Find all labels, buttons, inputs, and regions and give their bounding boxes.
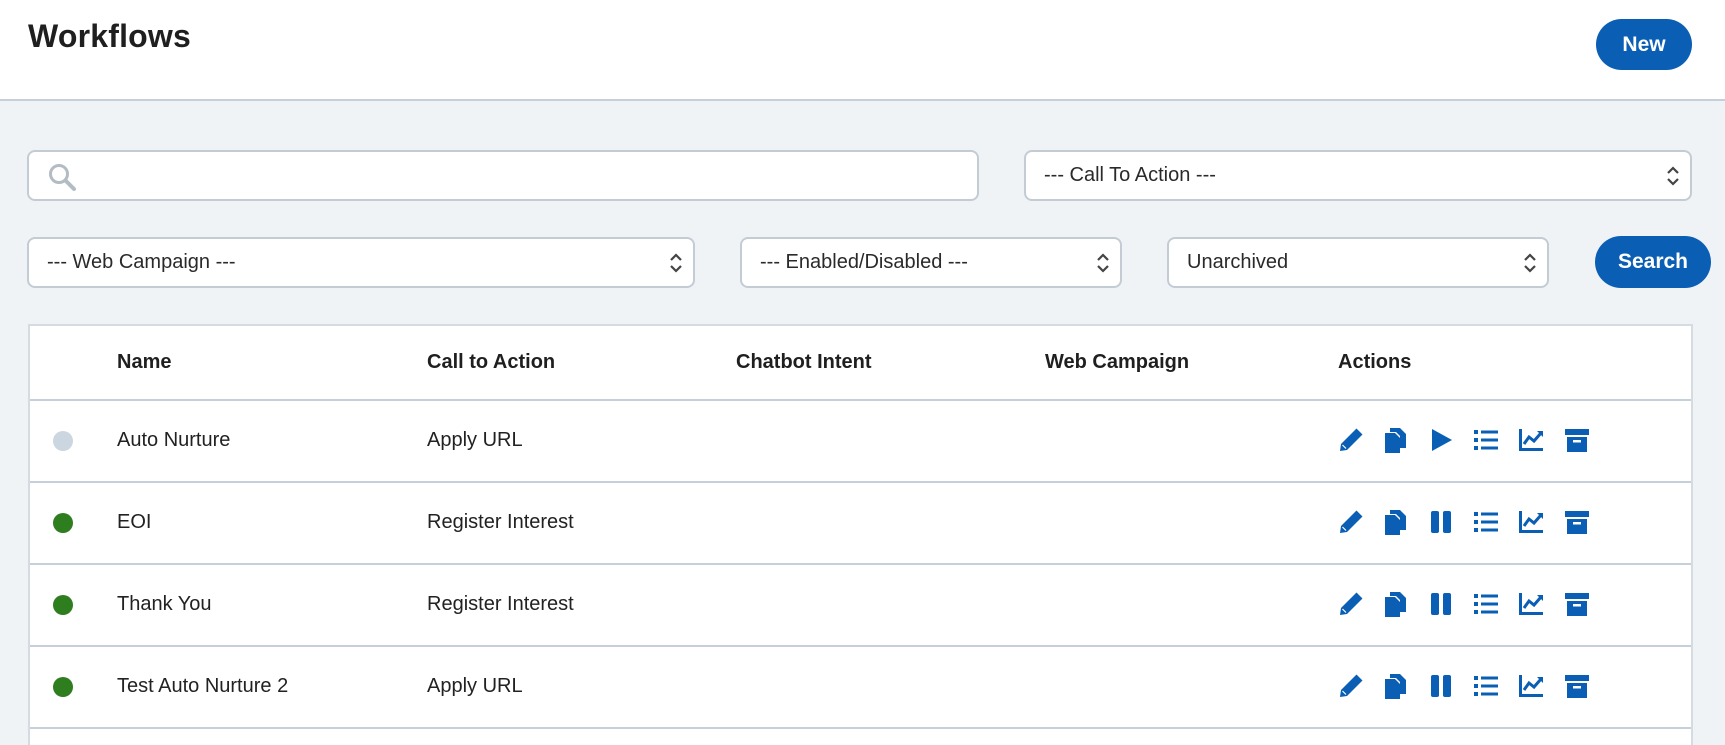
edit-icon[interactable] — [1336, 671, 1366, 701]
workflows-table: Name Call to Action Chatbot Intent Web C… — [28, 324, 1693, 745]
archive-status-select[interactable]: Unarchived — [1167, 237, 1549, 288]
search-button[interactable]: Search — [1595, 236, 1711, 288]
enabled-disabled-select[interactable]: --- Enabled/Disabled --- — [740, 237, 1122, 288]
analytics-chart-icon[interactable] — [1516, 507, 1546, 537]
workflow-call-to-action: Register Interest — [427, 511, 574, 533]
archive-icon[interactable] — [1562, 589, 1592, 619]
workflow-name[interactable]: Thank You — [117, 593, 212, 616]
analytics-chart-icon[interactable] — [1516, 589, 1546, 619]
new-workflow-button[interactable]: New — [1596, 19, 1692, 70]
table-row: Thank You Register Interest — [30, 565, 1691, 647]
web-campaign-select-value: --- Web Campaign --- — [47, 251, 236, 273]
workflow-name[interactable]: Test Auto Nurture 2 — [117, 675, 288, 698]
column-header-actions: Actions — [1338, 351, 1412, 373]
analytics-chart-icon[interactable] — [1516, 425, 1546, 455]
pause-icon[interactable] — [1426, 507, 1456, 537]
copy-icon[interactable] — [1381, 671, 1411, 701]
edit-icon[interactable] — [1336, 589, 1366, 619]
play-icon[interactable] — [1426, 425, 1456, 455]
archive-status-select-value: Unarchived — [1187, 251, 1289, 273]
select-chevron-icon — [1524, 253, 1536, 273]
copy-icon[interactable] — [1381, 589, 1411, 619]
call-to-action-select-value: --- Call To Action --- — [1044, 164, 1216, 186]
select-chevron-icon — [1667, 166, 1679, 186]
table-header: Name Call to Action Chatbot Intent Web C… — [30, 326, 1691, 401]
table-row: Test Auto Nurture 2 Apply URL — [30, 647, 1691, 729]
column-header-call-to-action[interactable]: Call to Action — [427, 351, 555, 374]
workflow-call-to-action: Apply URL — [427, 429, 523, 451]
status-indicator — [53, 513, 73, 533]
table-row: Auto Nurture Apply URL — [30, 401, 1691, 483]
archive-icon[interactable] — [1562, 671, 1592, 701]
web-campaign-select[interactable]: --- Web Campaign --- — [27, 237, 695, 288]
copy-icon[interactable] — [1381, 507, 1411, 537]
status-indicator — [53, 431, 73, 451]
archive-icon[interactable] — [1562, 507, 1592, 537]
select-chevron-icon — [1097, 253, 1109, 273]
pause-icon[interactable] — [1426, 589, 1456, 619]
search-field[interactable] — [27, 150, 979, 201]
status-indicator — [53, 677, 73, 697]
search-icon — [47, 162, 77, 192]
list-icon[interactable] — [1471, 425, 1501, 455]
enabled-disabled-select-value: --- Enabled/Disabled --- — [760, 251, 968, 273]
workflow-call-to-action: Register Interest — [427, 593, 574, 615]
page-header: Workflows New — [0, 0, 1725, 101]
column-header-web-campaign[interactable]: Web Campaign — [1045, 351, 1189, 374]
call-to-action-select[interactable]: --- Call To Action --- — [1024, 150, 1692, 201]
archive-icon[interactable] — [1562, 425, 1592, 455]
copy-icon[interactable] — [1381, 425, 1411, 455]
pause-icon[interactable] — [1426, 671, 1456, 701]
list-icon[interactable] — [1471, 671, 1501, 701]
column-header-chatbot-intent[interactable]: Chatbot Intent — [736, 351, 872, 374]
edit-icon[interactable] — [1336, 425, 1366, 455]
column-header-name[interactable]: Name — [117, 351, 171, 374]
workflow-name[interactable]: Auto Nurture — [117, 429, 230, 452]
workflow-name[interactable]: EOI — [117, 511, 151, 534]
page-title: Workflows — [28, 18, 192, 54]
search-input[interactable] — [91, 160, 961, 192]
list-icon[interactable] — [1471, 507, 1501, 537]
select-chevron-icon — [670, 253, 682, 273]
workflow-call-to-action: Apply URL — [427, 675, 523, 697]
table-row: EOI Register Interest — [30, 483, 1691, 565]
analytics-chart-icon[interactable] — [1516, 671, 1546, 701]
status-indicator — [53, 595, 73, 615]
edit-icon[interactable] — [1336, 507, 1366, 537]
list-icon[interactable] — [1471, 589, 1501, 619]
